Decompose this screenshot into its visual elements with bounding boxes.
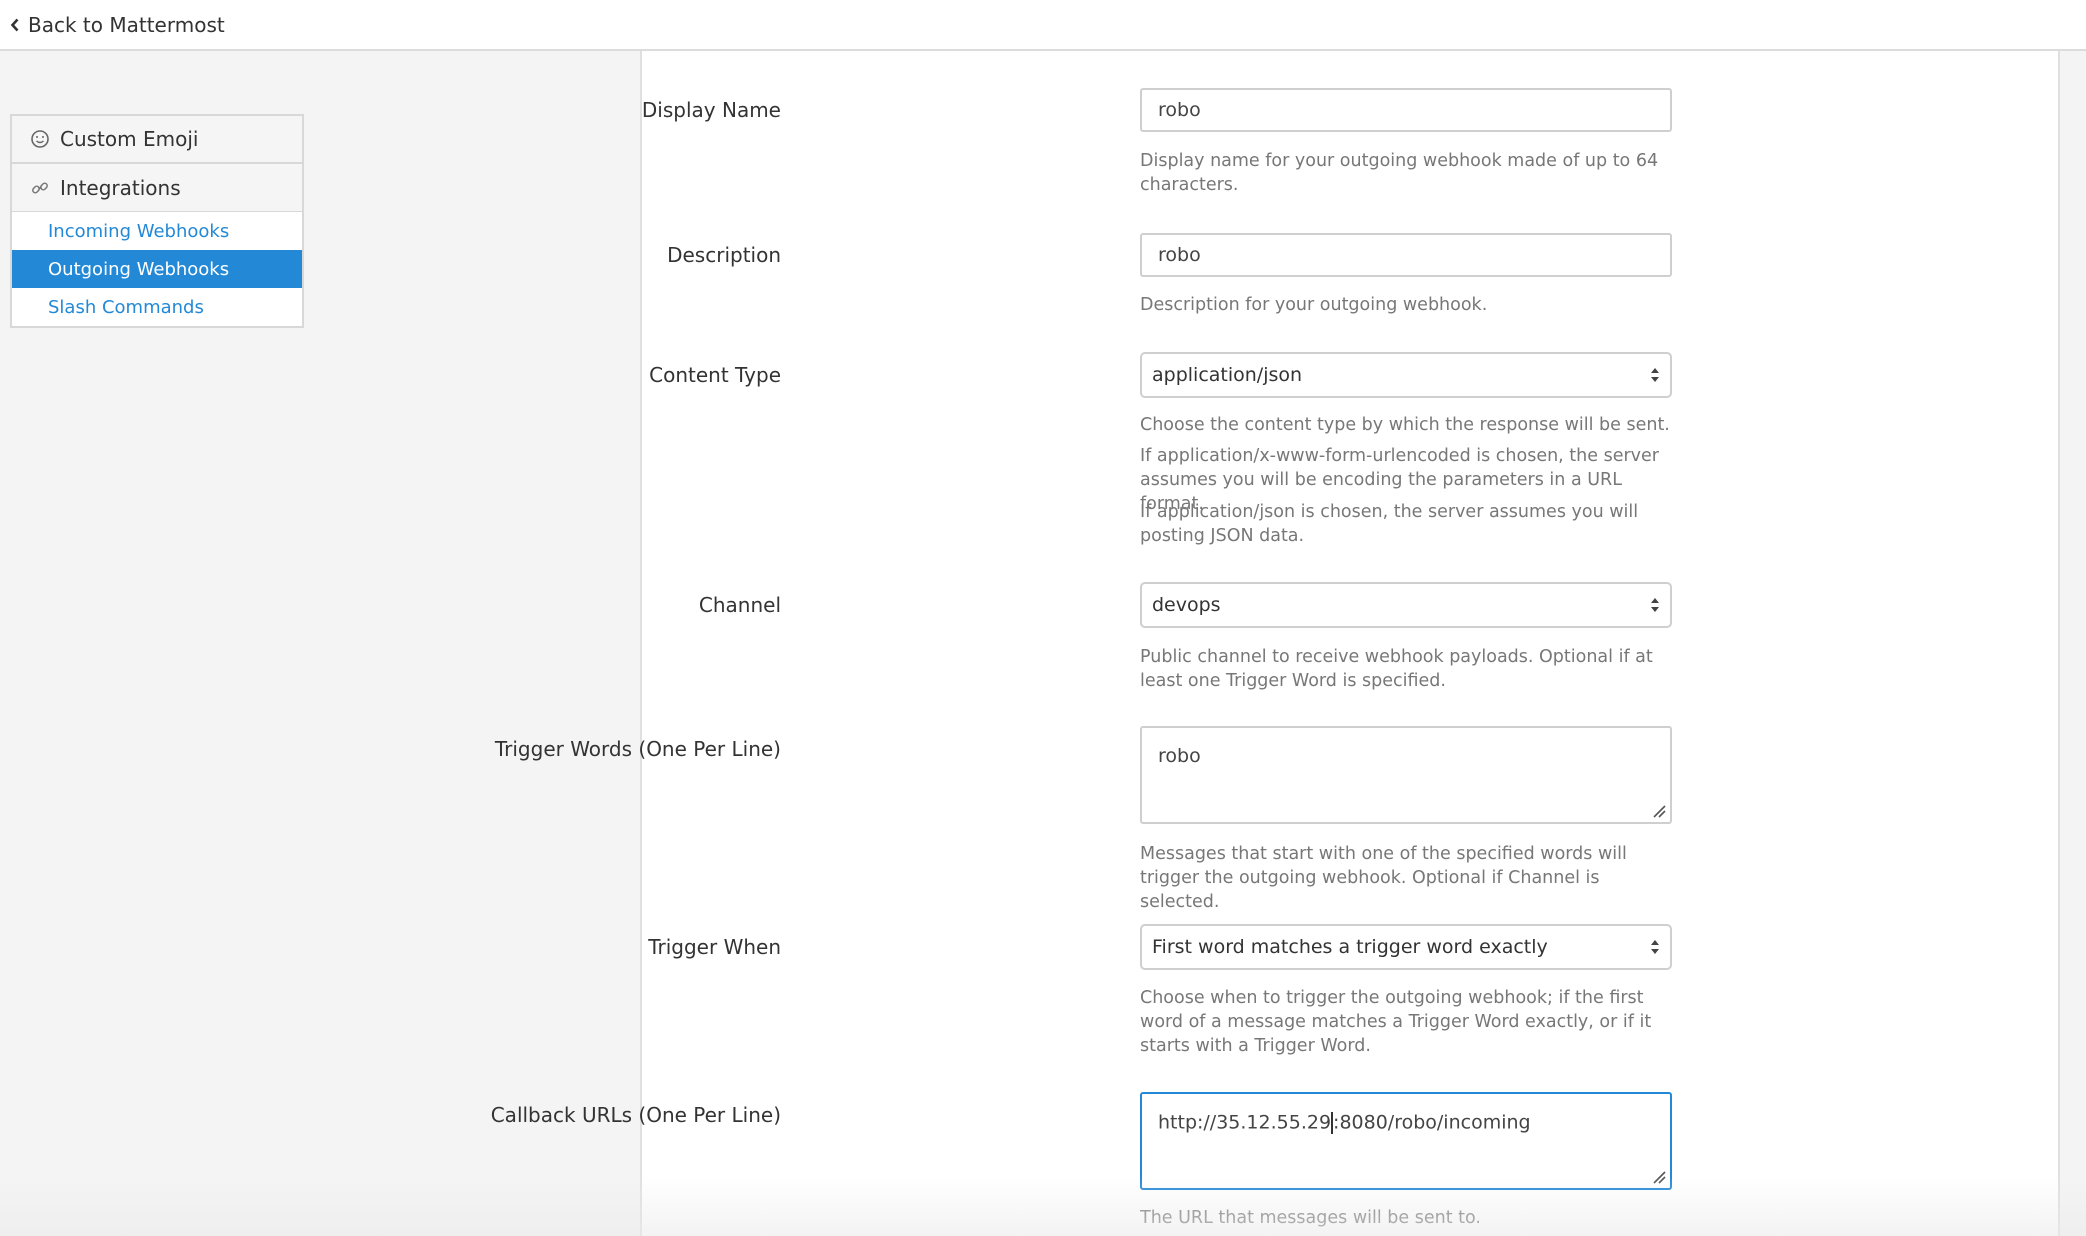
trigger-words-help: Messages that start with one of the spec… [1140,844,1627,912]
resize-grip-icon[interactable] [1652,1170,1666,1184]
content-type-help-3: If application/json is chosen, the serve… [1140,502,1639,546]
content-type-value: application/json [1152,364,1303,386]
display-name-label: Display Name [641,98,781,122]
display-name-help: Display name for your outgoing webhook m… [1140,151,1659,195]
content-type-select[interactable]: application/json [1140,352,1672,398]
select-arrows-icon [1651,598,1659,612]
trigger-words-label: Trigger Words (One Per Line) [494,737,781,761]
sidebar-section-label: Integrations [60,175,181,200]
callback-urls-value-end: :8080/robo/incoming [1333,1111,1531,1134]
callback-urls-value-start: http://35.12.55.29 [1158,1111,1332,1134]
callback-urls-help: The URL that messages will be sent to. [1140,1208,1481,1228]
main-panel [640,51,2060,1236]
description-help: Description for your outgoing webhook. [1140,295,1488,315]
sidebar-item-incoming-webhooks[interactable]: Incoming Webhooks [12,212,302,250]
channel-label: Channel [698,593,781,617]
trigger-words-textarea[interactable]: robo [1140,726,1672,824]
display-name-value: robo [1158,99,1201,121]
channel-select[interactable]: devops [1140,582,1672,628]
content-type-help-1: Choose the content type by which the res… [1140,415,1670,435]
select-arrows-icon [1651,368,1659,382]
trigger-when-label: Trigger When [648,935,781,959]
channel-help: Public channel to receive webhook payloa… [1140,647,1653,691]
resize-grip-icon[interactable] [1652,804,1666,818]
display-name-input[interactable]: robo [1140,88,1672,132]
back-to-mattermost-link[interactable]: Back to Mattermost [10,12,225,38]
description-input[interactable]: robo [1140,233,1672,277]
sidebar-item-slash-commands[interactable]: Slash Commands [12,288,302,326]
trigger-words-value: robo [1158,745,1201,767]
sidebar-section-label: Custom Emoji [60,127,199,151]
sidebar-section-custom-emoji[interactable]: Custom Emoji [12,116,302,164]
select-arrows-icon [1651,940,1659,954]
top-bar: Back to Mattermost [0,0,2086,51]
trigger-when-value: First word matches a trigger word exactl… [1152,936,1548,958]
smiley-icon [31,130,49,148]
description-label: Description [667,243,781,267]
description-value: robo [1158,244,1201,266]
chevron-left-icon [10,18,19,32]
channel-value: devops [1152,594,1221,616]
trigger-when-help: Choose when to trigger the outgoing webh… [1140,988,1652,1056]
sidebar: Custom Emoji Integrations Incoming Webho… [10,114,304,328]
content-type-label: Content Type [649,363,781,387]
trigger-when-select[interactable]: First word matches a trigger word exactl… [1140,924,1672,970]
back-link-label: Back to Mattermost [28,13,225,37]
sidebar-section-integrations[interactable]: Integrations [12,164,302,212]
link-icon [32,182,48,193]
sidebar-item-outgoing-webhooks[interactable]: Outgoing Webhooks [12,250,302,288]
callback-urls-textarea[interactable]: http://35.12.55.29:8080/robo/incoming [1140,1092,1672,1190]
callback-urls-label: Callback URLs (One Per Line) [490,1103,781,1127]
